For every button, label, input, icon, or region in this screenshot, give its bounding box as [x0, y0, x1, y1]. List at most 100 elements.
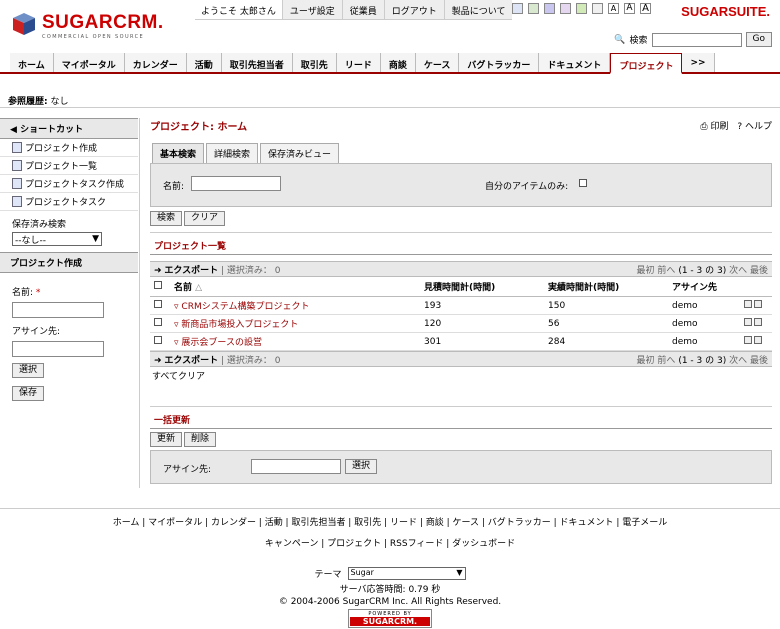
sidebar-divider: [139, 118, 140, 488]
expand-icon[interactable]: ▿: [174, 302, 179, 312]
list-toolbar-bottom: ➜ エクスポート | 選択済み： 0 最初 前へ (1 - 3 の 3) 次へ …: [150, 351, 772, 367]
about-link[interactable]: 製品について: [443, 0, 513, 19]
view-icon[interactable]: [754, 318, 762, 326]
font-size-medium[interactable]: A: [624, 3, 635, 14]
shortcut-project-tasks[interactable]: プロジェクトタスク: [0, 193, 138, 211]
update-button[interactable]: 更新: [150, 432, 183, 447]
search-name-input[interactable]: [191, 176, 281, 191]
edit-icon[interactable]: [744, 300, 752, 308]
tab-bug-tracker[interactable]: バグトラッカー: [459, 53, 540, 72]
search-button[interactable]: 検索: [150, 211, 183, 226]
export-link-bottom[interactable]: エクスポート: [164, 356, 218, 366]
theme-swatch-2[interactable]: [528, 3, 539, 14]
chevron-down-icon: ▼: [92, 234, 99, 244]
theme-swatch-4[interactable]: [560, 3, 571, 14]
tab-saved-views[interactable]: 保存済みビュー: [260, 143, 340, 163]
my-items-checkbox[interactable]: [579, 179, 587, 187]
delete-button[interactable]: 削除: [184, 432, 217, 447]
tab-basic-search[interactable]: 基本検索: [152, 143, 205, 163]
edit-icon[interactable]: [744, 336, 752, 344]
shortcut-label: プロジェクトタスク: [25, 198, 107, 208]
project-table: 名前 △ 見積時間計(時間) 実績時間計(時間) アサイン先 ▿ CRMシステム…: [150, 277, 772, 351]
theme-swatch-1[interactable]: [512, 3, 523, 14]
expand-icon[interactable]: ▿: [174, 338, 179, 348]
tab-cases[interactable]: ケース: [415, 53, 460, 72]
next-page-link-bottom[interactable]: 次へ: [729, 356, 747, 366]
col-actual[interactable]: 実績時間計(時間): [544, 277, 668, 297]
qc-name-input[interactable]: [12, 302, 104, 318]
row-checkbox[interactable]: [154, 300, 162, 308]
prev-page-link[interactable]: 前へ: [657, 266, 675, 276]
mu-assign-input[interactable]: [251, 459, 341, 474]
help-link[interactable]: ヘルプ: [745, 122, 772, 132]
help-icon[interactable]: ?: [737, 122, 742, 132]
expand-icon[interactable]: ▿: [174, 320, 179, 330]
tab-my-portal[interactable]: マイポータル: [53, 53, 125, 72]
sort-icon[interactable]: △: [195, 283, 202, 293]
row-checkbox[interactable]: [154, 318, 162, 326]
col-name[interactable]: 名前: [174, 283, 192, 293]
select-all-checkbox[interactable]: [154, 281, 162, 289]
assigned-user: demo: [668, 314, 738, 333]
tab-contacts[interactable]: 取引先担当者: [221, 53, 293, 72]
print-icon[interactable]: ⎙: [700, 122, 707, 132]
tab-projects[interactable]: プロジェクト: [610, 53, 683, 74]
theme-swatch-6[interactable]: [592, 3, 603, 14]
search-name-label: 名前:: [163, 182, 185, 192]
clear-all-link[interactable]: すべてクリア: [150, 367, 772, 384]
prev-page-link-bottom[interactable]: 前へ: [657, 356, 675, 366]
qc-select-button[interactable]: 選択: [12, 363, 45, 378]
left-sidebar: ◀ ショートカット プロジェクト作成 プロジェクト一覧 プロジェクトタスク作成 …: [0, 118, 138, 407]
search-go-button[interactable]: Go: [745, 32, 772, 47]
qc-assign-input[interactable]: [12, 341, 104, 357]
logout-link[interactable]: ログアウト: [383, 0, 444, 19]
font-size-large[interactable]: A: [640, 3, 651, 14]
tab-accounts[interactable]: 取引先: [292, 53, 337, 72]
export-link[interactable]: エクスポート: [164, 266, 218, 276]
footer-links-2[interactable]: キャンペーン | プロジェクト | RSSフィード | ダッシュボード: [0, 536, 780, 549]
first-page-link-bottom[interactable]: 最初: [637, 356, 655, 366]
tab-more[interactable]: >>: [682, 53, 715, 72]
shortcut-create-task[interactable]: プロジェクトタスク作成: [0, 175, 138, 193]
print-link[interactable]: 印刷: [710, 122, 728, 132]
employees-link[interactable]: 従業員: [341, 0, 384, 19]
collapse-arrow-icon[interactable]: ◀: [10, 125, 17, 135]
tab-home[interactable]: ホーム: [10, 53, 54, 72]
clear-button[interactable]: クリア: [184, 211, 226, 226]
tab-documents[interactable]: ドキュメント: [539, 53, 611, 72]
font-size-small[interactable]: A: [608, 3, 619, 14]
project-link[interactable]: CRMシステム構築プロジェクト: [181, 302, 309, 312]
edit-icon[interactable]: [744, 318, 752, 326]
mu-select-button[interactable]: 選択: [345, 459, 378, 474]
theme-swatch-5[interactable]: [576, 3, 587, 14]
sugarcrm-logo[interactable]: SUGARCRM. COMMERCIAL OPEN SOURCE: [12, 8, 182, 44]
next-page-link[interactable]: 次へ: [729, 266, 747, 276]
first-page-link[interactable]: 最初: [637, 266, 655, 276]
shortcut-project-list[interactable]: プロジェクト一覧: [0, 157, 138, 175]
breadcrumb-value: なし: [50, 97, 69, 107]
user-settings-link[interactable]: ユーザ設定: [281, 0, 342, 19]
tab-leads[interactable]: リード: [336, 53, 381, 72]
project-link[interactable]: 展示会ブースの設営: [181, 338, 262, 348]
view-icon[interactable]: [754, 336, 762, 344]
search-input[interactable]: [651, 32, 742, 47]
tab-activities[interactable]: 活動: [186, 53, 222, 72]
qc-save-button[interactable]: 保存: [12, 386, 45, 401]
project-link[interactable]: 新商品市場投入プロジェクト: [181, 320, 298, 330]
module-tabs: ホーム マイポータル カレンダー 活動 取引先担当者 取引先 リード 商談 ケー…: [0, 53, 780, 74]
powered-by-badge[interactable]: POWERED BY SUGARCRM.: [348, 609, 432, 628]
col-estimated[interactable]: 見積時間計(時間): [420, 277, 544, 297]
view-icon[interactable]: [754, 300, 762, 308]
tab-calendar[interactable]: カレンダー: [124, 53, 187, 72]
col-assigned[interactable]: アサイン先: [668, 277, 738, 297]
tab-advanced-search[interactable]: 詳細検索: [206, 143, 259, 163]
row-checkbox[interactable]: [154, 336, 162, 344]
theme-select[interactable]: Sugar ▼: [347, 567, 466, 580]
theme-swatch-3[interactable]: [544, 3, 555, 14]
shortcut-create-project[interactable]: プロジェクト作成: [0, 139, 138, 157]
tab-opportunities[interactable]: 商談: [380, 53, 416, 72]
footer-links-1[interactable]: ホーム | マイポータル | カレンダー | 活動 | 取引先担当者 | 取引先…: [0, 515, 780, 528]
last-page-link-bottom[interactable]: 最後: [750, 356, 768, 366]
saved-search-select[interactable]: --なし-- ▼: [12, 232, 102, 246]
last-page-link[interactable]: 最後: [750, 266, 768, 276]
